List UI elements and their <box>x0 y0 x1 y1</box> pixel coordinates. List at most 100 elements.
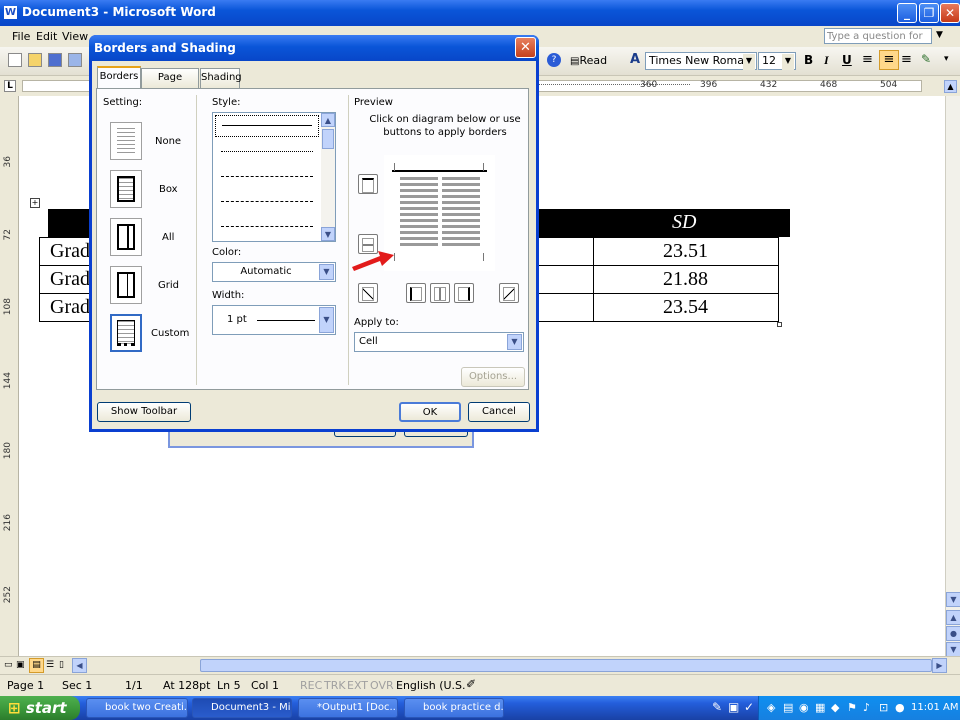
select-browse-object-icon[interactable]: ● <box>946 626 960 641</box>
tray-icon[interactable]: ▦ <box>815 701 825 714</box>
toolbar-options-arrow-icon[interactable]: ▾ <box>944 54 949 64</box>
setting-all-button[interactable] <box>110 218 142 256</box>
antivirus-icon[interactable]: ● <box>895 701 905 714</box>
previous-page-icon[interactable]: ▲ <box>946 610 960 625</box>
taskbar-item-active[interactable]: Document3 - Mi... <box>192 698 292 718</box>
color-combo[interactable]: Automatic ▼ <box>212 262 336 282</box>
quick-launch-icon[interactable]: ✎ <box>712 700 722 714</box>
normal-view-icon[interactable]: ▭ <box>4 660 13 670</box>
next-page-icon[interactable]: ▼ <box>946 642 960 657</box>
maximize-button[interactable]: ❐ <box>919 3 939 23</box>
tab-selector-icon[interactable]: L <box>4 80 16 92</box>
font-size-arrow-icon[interactable]: ▼ <box>782 54 794 70</box>
menu-view[interactable]: View <box>62 30 88 43</box>
color-dropdown-icon[interactable]: ▼ <box>319 264 334 280</box>
tab-shading[interactable]: Shading <box>200 68 242 88</box>
scroll-right-arrow-icon[interactable]: ▶ <box>932 658 947 673</box>
scroll-up-arrow-icon[interactable]: ▲ <box>944 80 957 93</box>
new-document-icon[interactable] <box>8 53 22 67</box>
setting-grid-button[interactable] <box>110 266 142 304</box>
diagonal-up-button[interactable] <box>358 283 378 303</box>
menu-file[interactable]: File <box>12 30 30 43</box>
setting-custom-button[interactable] <box>110 314 142 352</box>
dotted-line-style[interactable] <box>221 151 313 152</box>
quick-launch-icon[interactable]: ▣ <box>728 700 739 714</box>
styles-icon[interactable]: A <box>630 52 640 67</box>
scroll-left-arrow-icon[interactable]: ◀ <box>72 658 87 673</box>
font-size-combo[interactable]: 12 ▼ <box>758 52 796 70</box>
font-name-combo[interactable]: Times New Roman ▼ <box>645 52 757 70</box>
tray-icon[interactable]: ◈ <box>767 701 775 714</box>
align-center-icon[interactable]: ≡ <box>879 50 899 70</box>
volume-icon[interactable]: ♪ <box>863 701 870 714</box>
underline-icon[interactable]: U <box>842 53 852 67</box>
dashed-line-style[interactable] <box>221 201 313 202</box>
style-scroll-down-icon[interactable]: ▼ <box>321 227 335 241</box>
network-icon[interactable]: ⊡ <box>879 701 888 714</box>
vertical-scrollbar[interactable]: ▼ ▲ ● ▼ <box>945 96 960 657</box>
scroll-down-arrow-icon[interactable]: ▼ <box>946 592 960 607</box>
align-left-icon[interactable]: ≡ <box>862 52 873 67</box>
status-ext[interactable]: EXT <box>347 679 368 692</box>
dialog-title-bar[interactable]: Borders and Shading ✕ <box>89 35 539 61</box>
style-list-scrollbar[interactable]: ▲ ▼ <box>321 113 335 241</box>
tray-icon[interactable]: ▤ <box>783 701 793 714</box>
fine-dashed-line-style[interactable] <box>221 176 313 177</box>
table-cell[interactable]: 21.88 <box>593 265 779 294</box>
help-search-input[interactable]: Type a question for help <box>824 28 932 58</box>
taskbar-item[interactable]: book two Creati... <box>86 698 188 718</box>
tray-icon[interactable]: ◉ <box>799 701 809 714</box>
highlight-icon[interactable]: ✎ <box>921 52 931 66</box>
start-button[interactable]: ⊞ start <box>0 696 80 720</box>
setting-none-button[interactable] <box>110 122 142 160</box>
setting-box-button[interactable] <box>110 170 142 208</box>
help-dropdown-arrow-icon[interactable]: ▼ <box>936 30 943 40</box>
spelling-status-icon[interactable]: ✐ <box>466 677 476 691</box>
reading-view-icon[interactable]: ▯ <box>59 660 64 670</box>
tab-borders[interactable]: Borders <box>97 66 141 89</box>
show-toolbar-button[interactable]: Show Toolbar <box>97 402 191 422</box>
quick-launch-icon[interactable]: ✓ <box>744 700 754 714</box>
menu-edit[interactable]: Edit <box>36 30 57 43</box>
taskbar-item[interactable]: book practice d... <box>404 698 504 718</box>
width-dropdown-icon[interactable]: ▼ <box>319 307 334 333</box>
outline-view-icon[interactable]: ☰ <box>46 660 54 670</box>
permission-icon[interactable] <box>68 53 82 67</box>
horizontal-scroll-thumb[interactable] <box>200 659 932 672</box>
diagonal-down-button[interactable] <box>499 283 519 303</box>
style-scroll-thumb[interactable] <box>322 129 334 149</box>
width-combo[interactable]: 1 pt ▼ <box>212 305 336 335</box>
table-cell[interactable]: 23.51 <box>593 237 779 266</box>
left-border-button[interactable] <box>406 283 426 303</box>
help-icon[interactable]: ? <box>547 53 561 67</box>
right-border-button[interactable] <box>454 283 474 303</box>
status-ovr[interactable]: OVR <box>370 679 394 692</box>
dash-dot-line-style[interactable] <box>221 226 313 227</box>
apply-to-dropdown-icon[interactable]: ▼ <box>507 334 522 350</box>
dialog-close-button[interactable]: ✕ <box>515 37 536 58</box>
apply-to-combo[interactable]: Cell ▼ <box>354 332 524 352</box>
minimize-button[interactable]: _ <box>897 3 917 23</box>
top-border-button[interactable] <box>358 174 378 194</box>
font-name-arrow-icon[interactable]: ▼ <box>743 54 755 70</box>
options-button[interactable]: Options... <box>461 367 525 387</box>
ok-button[interactable]: OK <box>399 402 461 422</box>
style-item-selected[interactable] <box>215 115 319 137</box>
open-folder-icon[interactable] <box>28 53 42 67</box>
inside-vertical-button[interactable] <box>430 283 450 303</box>
table-cell[interactable]: 23.54 <box>593 293 779 322</box>
print-layout-view-icon[interactable]: ▤ <box>29 658 44 673</box>
status-trk[interactable]: TRK <box>324 679 346 692</box>
save-icon[interactable] <box>48 53 62 67</box>
preview-diagram[interactable] <box>384 155 495 271</box>
close-window-button[interactable]: ✕ <box>940 3 960 23</box>
table-resize-handle[interactable] <box>777 322 782 327</box>
style-list[interactable]: ▲ ▼ <box>212 112 336 242</box>
align-right-icon[interactable]: ≡ <box>901 52 912 67</box>
tray-icon[interactable]: ◆ <box>831 701 839 714</box>
web-view-icon[interactable]: ▣ <box>16 660 25 670</box>
tab-page-border[interactable]: Page Border <box>141 68 199 101</box>
cancel-button[interactable]: Cancel <box>468 402 530 422</box>
tray-icon[interactable]: ⚑ <box>847 701 857 714</box>
table-move-handle-icon[interactable]: + <box>30 198 40 208</box>
